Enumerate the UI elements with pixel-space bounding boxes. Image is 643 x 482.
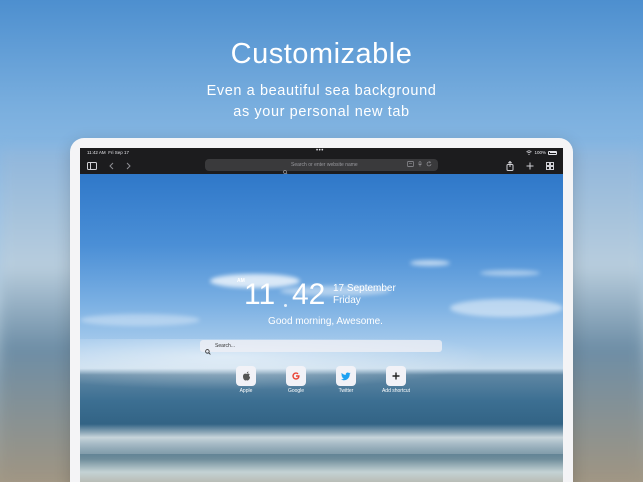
browser-screen: 11:42 AM Fri Sep 17 ••• 100% Search or e… <box>80 148 563 482</box>
share-icon[interactable] <box>504 157 516 174</box>
plus-icon <box>392 372 400 380</box>
clock-day: Friday <box>333 295 361 306</box>
new-tab-page: AM 11 42 17 September Friday Good mornin… <box>80 174 563 482</box>
forward-icon[interactable] <box>123 157 133 174</box>
shortcut-google[interactable]: Google <box>276 366 316 394</box>
sea-surf <box>80 424 563 454</box>
status-bar: 11:42 AM Fri Sep 17 ••• 100% <box>80 148 563 157</box>
multitasking-dots-icon[interactable]: ••• <box>316 148 324 156</box>
clock-date: 17 September <box>333 283 396 294</box>
shortcut-label: Twitter <box>338 388 354 394</box>
shortcut-grid: Apple Google Twitter Add shortcut <box>80 366 563 398</box>
shortcut-label: Google <box>287 388 305 394</box>
twitter-icon <box>341 372 351 380</box>
new-tab-plus-icon[interactable] <box>524 157 536 174</box>
clock-separator <box>284 304 287 307</box>
address-actions <box>407 161 432 167</box>
status-time-value: 11:42 AM <box>87 150 106 155</box>
background-blur-right <box>563 150 643 482</box>
shortcut-label: Apple <box>239 388 253 394</box>
promo-subline-2: as your personal new tab <box>233 104 410 120</box>
status-time: 11:42 AM Fri Sep 17 <box>87 148 129 157</box>
search-placeholder: Search... <box>215 343 236 349</box>
google-icon <box>292 372 300 380</box>
address-placeholder: Search or enter website name <box>291 162 358 168</box>
shortcut-tile[interactable] <box>336 366 356 386</box>
address-bar[interactable]: Search or enter website name <box>205 159 438 175</box>
search-icon <box>205 342 211 360</box>
reload-icon[interactable] <box>426 161 432 167</box>
sidebar-icon[interactable] <box>86 157 98 174</box>
shortcut-add[interactable]: Add shortcut <box>376 366 416 394</box>
back-icon[interactable] <box>106 157 116 174</box>
apple-icon <box>242 371 250 381</box>
shortcut-label: Add shortcut <box>381 388 411 394</box>
clock-hour: 11 <box>244 278 276 311</box>
cloud <box>480 270 540 276</box>
shortcut-apple[interactable]: Apple <box>226 366 266 394</box>
microphone-icon[interactable] <box>418 161 422 167</box>
shortcut-tile[interactable] <box>386 366 406 386</box>
shortcut-twitter[interactable]: Twitter <box>326 366 366 394</box>
tablet-frame: 11:42 AM Fri Sep 17 ••• 100% Search or e… <box>70 138 573 482</box>
cloud <box>450 299 563 317</box>
promo-headline: Customizable <box>230 38 413 70</box>
promo-subline-1: Even a beautiful sea background <box>206 83 437 99</box>
status-right: 100% <box>526 148 557 157</box>
search-input[interactable]: Search... <box>200 340 442 355</box>
shortcut-tile[interactable] <box>236 366 256 386</box>
tab-overview-icon[interactable] <box>544 157 556 174</box>
battery-percent: 100% <box>534 150 546 155</box>
battery-icon <box>548 150 557 155</box>
shortcut-tile[interactable] <box>286 366 306 386</box>
browser-toolbar: Search or enter website name <box>80 157 563 175</box>
status-date: Fri Sep 17 <box>108 150 129 155</box>
reader-icon[interactable] <box>407 161 414 167</box>
greeting-text: Good morning, Awesome. <box>268 316 383 327</box>
cloud <box>410 260 450 266</box>
background-blur-left <box>0 150 80 482</box>
wifi-icon <box>526 150 533 155</box>
clock-minute: 42 <box>292 278 326 311</box>
